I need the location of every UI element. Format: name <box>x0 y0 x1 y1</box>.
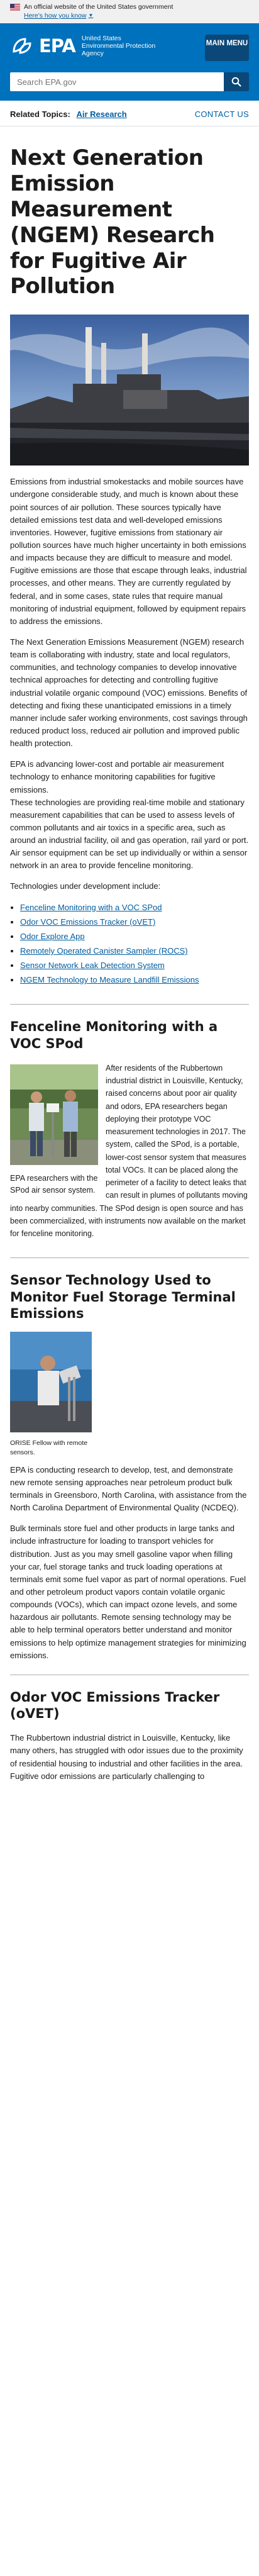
agency-name: United States Environmental Protection A… <box>81 35 156 58</box>
epa-logo-link[interactable]: EPA United States Environmental Protecti… <box>10 35 160 57</box>
landfill-emissions-link[interactable]: NGEM Technology to Measure Landfill Emis… <box>20 975 199 984</box>
spod-link[interactable]: Fenceline Monitoring with a VOC SPod <box>20 903 162 912</box>
heres-how-you-know-label: Here's how you know <box>24 12 87 20</box>
gov-banner-text: An official website of the United States… <box>24 3 174 11</box>
storage-paragraph-2: Bulk terminals store fuel and other prod… <box>10 1524 246 1660</box>
intro-paragraph-1: Emissions from industrial smokestacks an… <box>10 477 247 626</box>
main-menu-button[interactable]: MAIN MENU <box>205 35 249 62</box>
contact-us-link[interactable]: CONTACT US <box>195 108 249 121</box>
chevron-down-icon: ▼ <box>88 12 94 18</box>
list-item: Remotely Operated Canister Sampler (ROCS… <box>20 945 249 957</box>
air-research-link[interactable]: Air Research <box>76 109 126 119</box>
spod-heading: Fenceline Monitoring with a VOC SPod <box>10 1019 218 1051</box>
rocs-link[interactable]: Remotely Operated Canister Sampler (ROCS… <box>20 946 188 956</box>
epa-logo-text: EPA <box>39 35 76 57</box>
gov-banner: An official website of the United States… <box>0 0 259 24</box>
list-item: Fenceline Monitoring with a VOC SPod <box>20 901 249 914</box>
storage-figure: ORISE Fellow with remote sensors. <box>10 1332 92 1458</box>
intro-paragraph-2: The Next Generation Emissions Measuremen… <box>10 637 248 749</box>
search-icon <box>231 77 241 87</box>
search-bar <box>0 72 259 101</box>
section-divider <box>10 1004 249 1005</box>
technologies-list: Fenceline Monitoring with a VOC SPod Odo… <box>20 901 249 987</box>
intro-paragraph-3: EPA is advancing lower-cost and portable… <box>10 759 249 871</box>
spod-researchers-photo <box>10 1064 98 1165</box>
related-topics-label: Related Topics: <box>10 109 70 120</box>
sensor-network-link[interactable]: Sensor Network Leak Detection System <box>20 961 165 970</box>
ovet-paragraph: The Rubbertown industrial district in Lo… <box>10 1733 243 1781</box>
related-topics-bar: Related Topics: Air Research CONTACT US <box>0 101 259 127</box>
spod-figure: EPA researchers with the SPod air sensor… <box>10 1064 98 1196</box>
list-item: Odor VOC Emissions Tracker (oVET) <box>20 916 249 928</box>
orise-fellow-photo <box>10 1332 92 1433</box>
main-content: Next Generation Emission Measurement (NG… <box>0 145 259 1782</box>
ovet-link[interactable]: Odor VOC Emissions Tracker (oVET) <box>20 917 155 927</box>
list-item: NGEM Technology to Measure Landfill Emis… <box>20 974 249 986</box>
odor-explore-app-link[interactable]: Odor Explore App <box>20 932 85 941</box>
heres-how-you-know-link[interactable]: Here's how you know ▼ <box>24 11 93 20</box>
epa-flower-icon <box>13 38 31 55</box>
storage-figure-caption: ORISE Fellow with remote sensors. <box>10 1439 88 1457</box>
search-input[interactable] <box>10 72 224 92</box>
storage-heading: Sensor Technology Used to Monitor Fuel S… <box>10 1273 236 1321</box>
list-item: Odor Explore App <box>20 930 249 943</box>
storage-paragraph-1: EPA is conducting research to develop, t… <box>10 1464 247 1513</box>
ovet-heading: Odor VOC Emissions Tracker (oVET) <box>10 1689 220 1722</box>
technologies-intro: Technologies under development include: <box>10 881 161 891</box>
page-title: Next Generation Emission Measurement (NG… <box>10 145 215 299</box>
section-divider <box>10 1257 249 1259</box>
search-button[interactable] <box>224 72 249 92</box>
us-flag-icon <box>10 3 20 11</box>
list-item: Sensor Network Leak Detection System <box>20 959 249 972</box>
industrial-plant-photo <box>10 315 249 466</box>
spod-figure-caption: EPA researchers with the SPod air sensor… <box>10 1174 98 1195</box>
site-header: EPA United States Environmental Protecti… <box>0 23 259 73</box>
